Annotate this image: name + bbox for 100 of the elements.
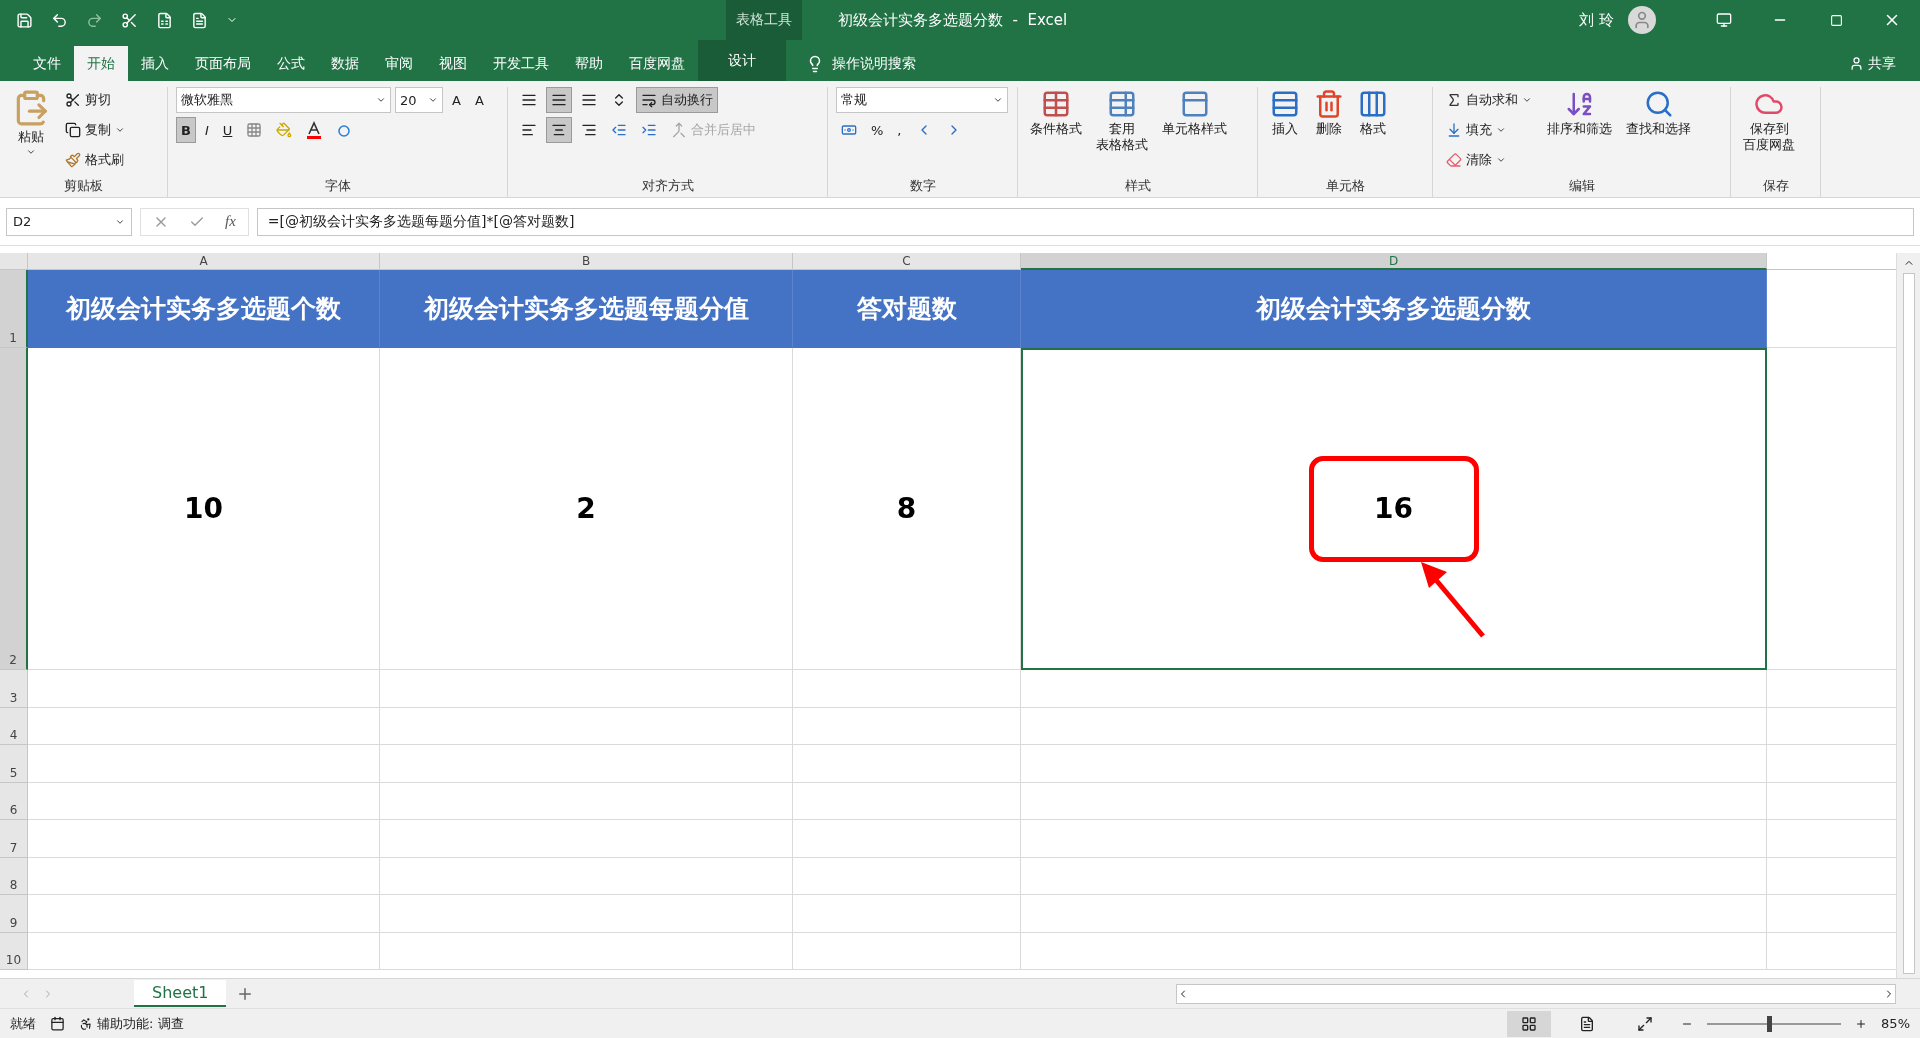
accessibility-status[interactable]: 辅助功能: 调查	[97, 1014, 184, 1033]
new-file-icon[interactable]	[191, 11, 208, 29]
row-header[interactable]: 6	[0, 782, 28, 820]
share-button[interactable]: 共享	[1849, 46, 1896, 81]
italic-button[interactable]: I	[199, 117, 214, 143]
scissors-icon	[65, 92, 81, 108]
column-title: 初级会计实务多选题个数	[66, 293, 341, 325]
align-left-icon	[521, 122, 537, 138]
underline-button[interactable]: U	[217, 117, 238, 143]
group-label: 单元格	[1324, 177, 1366, 195]
row-header[interactable]: 7	[0, 820, 28, 858]
editing-button[interactable]: 自动求和	[1441, 87, 1537, 113]
eraser-icon	[1446, 152, 1462, 168]
styles-button[interactable]: 套用 表格格式	[1092, 87, 1152, 175]
column-header[interactable]: C	[793, 253, 1021, 270]
paintbrush-icon	[65, 152, 81, 168]
ribbon-display-icon[interactable]	[1716, 12, 1732, 28]
bold-button[interactable]: B	[176, 117, 196, 143]
paste-button[interactable]: 粘贴	[8, 87, 54, 175]
row-header[interactable]: 5	[0, 745, 28, 783]
copy-icon	[65, 122, 81, 138]
restore-icon[interactable]	[1829, 13, 1843, 27]
styles-button[interactable]: 条件格式	[1026, 87, 1086, 175]
table-icon	[1041, 89, 1071, 119]
align-center-button[interactable]	[546, 117, 572, 143]
ribbon-tab[interactable]: 设计	[698, 40, 786, 81]
cut-button[interactable]: 剪切	[60, 87, 130, 113]
save-to-cloud-button[interactable]: 保存到 百度网盘	[1739, 87, 1799, 175]
decrease-font-button[interactable]: A	[469, 87, 489, 113]
ribbon-tab[interactable]: 开发工具	[480, 46, 562, 81]
caret-icon	[993, 95, 1003, 105]
editing-button[interactable]: 排序和筛选	[1543, 87, 1616, 175]
caret-icon	[1522, 95, 1532, 105]
cut-icon[interactable]	[121, 11, 138, 29]
zoom-level[interactable]: 85%	[1881, 1016, 1910, 1031]
ribbon-tab[interactable]: 百度网盘	[616, 46, 698, 81]
cell-value: 2	[576, 492, 596, 525]
font-name-field[interactable]: 微软雅黑	[176, 87, 391, 113]
column-header[interactable]: D	[1021, 253, 1767, 270]
editing-button[interactable]: 填充	[1441, 117, 1537, 143]
ribbon-tab[interactable]: 页面布局	[182, 46, 264, 81]
format-painter-button[interactable]: 格式刷	[60, 147, 130, 173]
ribbon-tab[interactable]: 审阅	[372, 46, 426, 81]
letter-a-icon	[306, 121, 323, 139]
trash-icon	[1314, 89, 1344, 119]
save-icon[interactable]	[16, 11, 33, 29]
column-title: 初级会计实务多选题分数	[1256, 293, 1531, 325]
page-icon	[1579, 1015, 1596, 1032]
row-header[interactable]: 3	[0, 670, 28, 708]
percent-button[interactable]: %	[866, 117, 889, 143]
redo-icon[interactable]	[86, 11, 103, 29]
row-header[interactable]: 4	[0, 707, 28, 745]
ribbon-tab[interactable]: 视图	[426, 46, 480, 81]
save-as-icon[interactable]	[156, 11, 173, 29]
tell-me-search[interactable]: 操作说明搜索	[832, 54, 916, 73]
zoom-in-icon[interactable]	[1855, 1017, 1868, 1030]
ribbon-tab[interactable]: 文件	[20, 46, 74, 81]
scrollbar-thumb[interactable]	[1902, 272, 1915, 974]
ribbon-tab[interactable]: 帮助	[562, 46, 616, 81]
merge-icon	[671, 122, 687, 138]
column-header[interactable]: A	[28, 253, 380, 270]
row-header[interactable]: 10	[0, 932, 28, 970]
column-header[interactable]: B	[380, 253, 793, 270]
editing-button[interactable]: 查找和选择	[1622, 87, 1695, 175]
editing-button[interactable]: 清除	[1441, 147, 1537, 173]
group-label: 保存	[1761, 177, 1790, 195]
increase-font-button[interactable]: A	[447, 87, 466, 113]
row-header[interactable]: 9	[0, 895, 28, 933]
caret-icon	[115, 125, 125, 135]
row-header[interactable]: 2	[0, 348, 28, 670]
grid-icon	[246, 122, 263, 138]
table-icon	[1107, 89, 1137, 119]
wrap-text-button[interactable]: 自动换行	[636, 87, 718, 113]
ribbon-tab[interactable]: 开始	[74, 46, 128, 81]
row-header[interactable]: 8	[0, 857, 28, 895]
group-label: 数字	[908, 177, 937, 195]
avatar-icon[interactable]	[1628, 6, 1656, 34]
cells-button[interactable]: 删除	[1310, 87, 1348, 175]
copy-button[interactable]: 复制	[60, 117, 130, 143]
cells-button[interactable]: 插入	[1266, 87, 1304, 175]
zoom-slider[interactable]	[1767, 1015, 1773, 1032]
ribbon-tab[interactable]: 插入	[128, 46, 182, 81]
row-header[interactable]: 1	[0, 270, 28, 348]
styles-button[interactable]: 单元格样式	[1158, 87, 1231, 175]
view-button[interactable]	[1507, 1010, 1552, 1037]
align-middle-button[interactable]	[546, 87, 572, 113]
sheet-tab[interactable]: Sheet1	[134, 980, 227, 1007]
undo-icon[interactable]	[51, 11, 68, 29]
user-name: 刘 玲	[1579, 10, 1614, 30]
formula-field[interactable]: =[@初级会计实务多选题每题分值]*[@答对题数]	[256, 207, 1914, 236]
comma-button[interactable]: ,	[892, 117, 907, 143]
insert-function-button[interactable]: fx	[225, 213, 236, 230]
accessibility-icon	[79, 1016, 93, 1031]
ribbon-tab[interactable]: 公式	[264, 46, 318, 81]
font-size-field[interactable]: 20	[395, 87, 443, 113]
cells-button[interactable]: 格式	[1354, 87, 1392, 175]
ribbon-tab[interactable]: 数据	[318, 46, 372, 81]
name-box[interactable]: D2	[6, 207, 132, 236]
horizontal-scrollbar[interactable]	[1176, 983, 1896, 1004]
number-format-field[interactable]: 常规	[836, 87, 1008, 113]
